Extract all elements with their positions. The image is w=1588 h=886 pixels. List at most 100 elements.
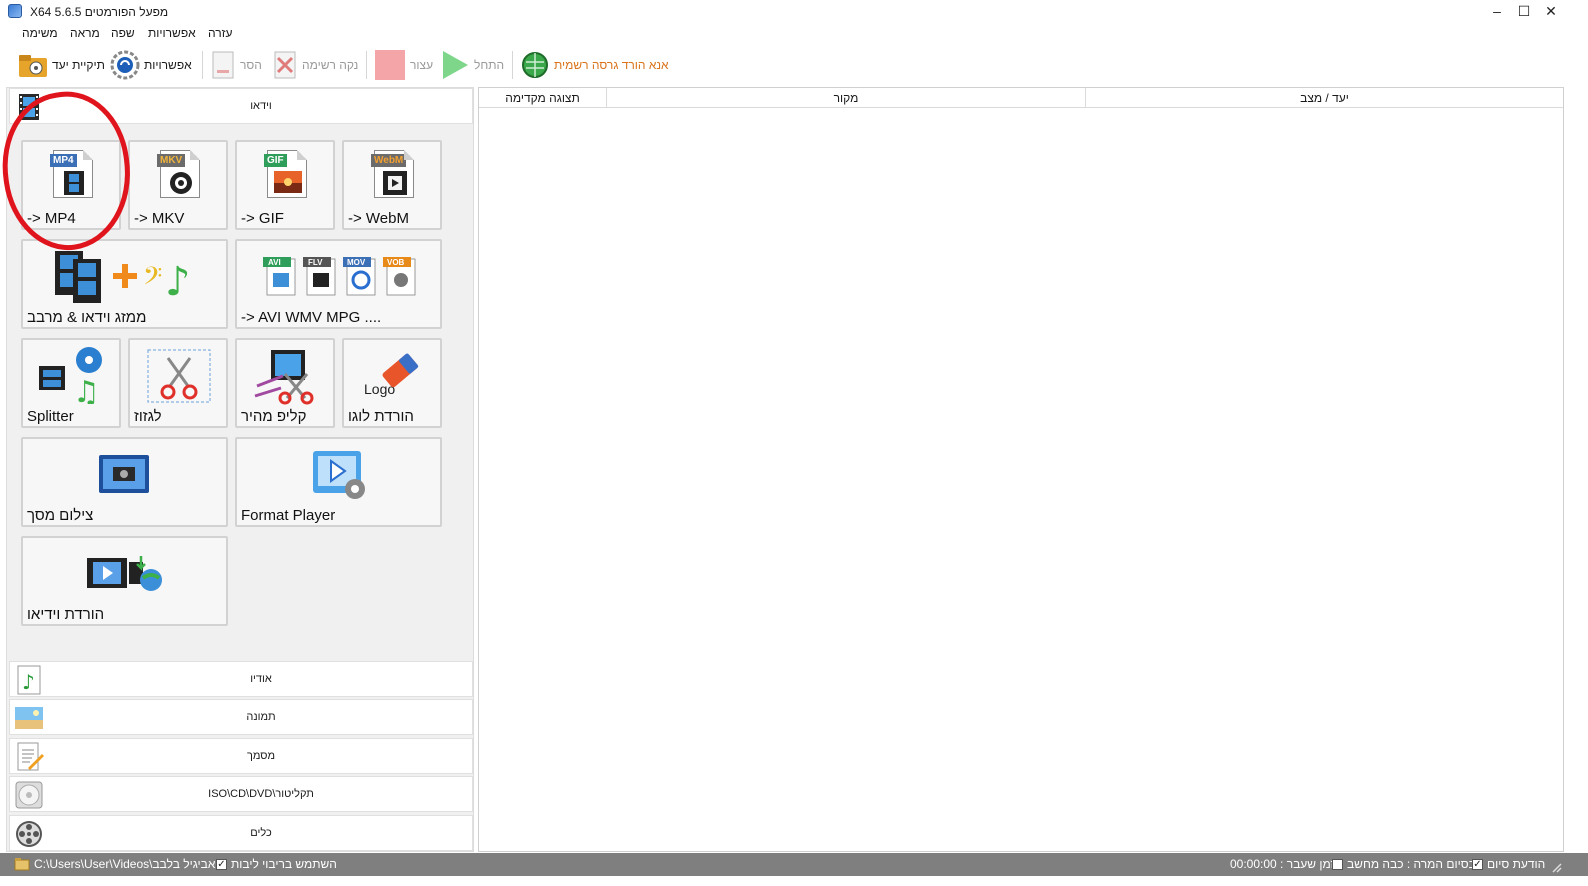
webm-file-icon: WebM <box>371 150 414 198</box>
stop-icon <box>375 50 405 80</box>
svg-text:VOB: VOB <box>387 258 405 267</box>
category-image-label: תמונה <box>246 711 276 723</box>
category-document-label: מסמך <box>246 750 276 762</box>
resize-grip-icon[interactable] <box>1550 861 1562 873</box>
svg-text:𝄢: 𝄢 <box>143 262 162 297</box>
stop-label: עצור <box>410 58 434 72</box>
tile-video-download[interactable]: הורדת וידיאו <box>21 536 228 626</box>
shutdown-checkbox[interactable] <box>1332 858 1343 870</box>
dest-folder-label: תיקיית יעד <box>52 58 105 72</box>
tile-to-mp4-label: -> MP4 <box>27 210 76 227</box>
landscape-image-icon <box>15 707 43 729</box>
task-list-panel: תצוגה מקדימה מקור יעד / מצב <box>478 87 1564 852</box>
svg-text:FLV: FLV <box>308 258 323 267</box>
tile-splitter-label: Splitter <box>27 408 74 425</box>
download-official-link[interactable]: אנא הורד גרסה רשמית <box>520 49 669 81</box>
tile-to-mp4[interactable]: MP4 -> MP4 <box>21 140 121 230</box>
completion-notice-option[interactable]: ✓ הודעת סיום <box>1472 857 1545 871</box>
category-audio[interactable]: ♪ אודיו <box>9 661 473 697</box>
output-folder-icon <box>14 858 30 871</box>
shutdown-option[interactable]: בסיום המרה : כבה מחשב <box>1332 857 1476 871</box>
remove-doc-icon <box>212 51 234 79</box>
splitter-icon: ♫ <box>39 347 102 404</box>
multithread-label: השתמש בריבוי ליבות <box>231 857 337 871</box>
column-source[interactable]: מקור <box>607 88 1086 108</box>
audio-note-icon: ♪ <box>17 665 41 695</box>
svg-text:♫: ♫ <box>73 375 100 404</box>
scissors-crop-icon <box>147 349 211 403</box>
play-icon <box>443 51 468 79</box>
menu-view[interactable]: מראה <box>70 26 100 40</box>
gif-badge: GIF <box>264 154 287 167</box>
category-tools-label: כלים <box>250 827 272 839</box>
start-button[interactable]: התחל <box>440 49 504 81</box>
video-download-icon <box>87 556 162 591</box>
tile-to-mkv[interactable]: MKV -> MKV <box>128 140 228 230</box>
clear-list-icon <box>274 51 296 79</box>
tile-remove-logo[interactable]: Logo הורדת לוגו <box>342 338 442 428</box>
maximize-button[interactable]: ☐ <box>1511 2 1537 22</box>
clear-list-label: נקה רשימה <box>302 58 359 72</box>
completion-notice-label: הודעת סיום <box>1487 857 1546 871</box>
menu-help[interactable]: עזרה <box>208 26 233 40</box>
tile-splitter[interactable]: ♫ Splitter <box>21 338 121 428</box>
webm-badge: WebM <box>371 154 407 167</box>
close-button[interactable]: ✕ <box>1538 2 1564 22</box>
menu-language[interactable]: שפה <box>111 26 135 40</box>
tile-quick-clip-label: קליפ מהיר <box>241 408 307 425</box>
category-document[interactable]: מסמך <box>9 738 473 774</box>
category-tools[interactable]: כלים <box>9 815 473 851</box>
remove-label: הסר <box>240 58 262 72</box>
category-video[interactable]: וידאו <box>9 88 473 124</box>
multithread-option[interactable]: ✓ השתמש בריבוי ליבות <box>216 857 337 871</box>
download-official-label: אנא הורד גרסה רשמית <box>554 58 669 72</box>
tile-quick-clip[interactable]: קליפ מהיר <box>235 338 335 428</box>
tile-video-joiner-label: ממזג וידאו & מרבב <box>27 309 147 326</box>
column-dest-status[interactable]: יעד / מצב <box>1086 88 1563 108</box>
tile-crop[interactable]: לגזוז <box>128 338 228 428</box>
category-rom-iso[interactable]: ISO\CD\DVD\תקליטור <box>9 776 473 812</box>
film-reel-icon <box>16 821 42 847</box>
eraser-icon: Logo <box>364 353 419 397</box>
mp4-badge: MP4 <box>50 154 77 167</box>
tile-format-player[interactable]: Format Player <box>235 437 442 527</box>
tile-screen-record[interactable]: צילום מסך <box>21 437 228 527</box>
menu-options[interactable]: אפשרויות <box>148 26 196 40</box>
minimize-button[interactable]: – <box>1484 2 1510 22</box>
app-icon <box>8 4 22 18</box>
mp4-file-icon: MP4 <box>50 150 93 198</box>
toolbar-separator <box>366 51 367 79</box>
tile-to-gif[interactable]: GIF -> GIF <box>235 140 335 230</box>
tile-to-webm[interactable]: WebM -> WebM <box>342 140 442 230</box>
mkv-file-icon: MKV <box>157 150 200 198</box>
output-path-item[interactable]: C:\Users\User\Videos\אביגיל בלבב! <box>14 857 219 871</box>
multithread-checkbox[interactable]: ✓ <box>216 858 227 870</box>
category-rom-iso-label: ISO\CD\DVD\תקליטור <box>208 788 314 800</box>
tile-to-avi-wmv-mpg[interactable]: AVI FLV MOV VOB -> AVI WMV MPG .... <box>235 239 442 329</box>
menu-task[interactable]: משימה <box>22 26 58 40</box>
tile-to-webm-label: -> WebM <box>348 210 409 227</box>
tile-video-download-label: הורדת וידיאו <box>27 606 105 623</box>
status-bar: C:\Users\User\Videos\אביגיל בלבב! ✓ השתמ… <box>0 853 1588 876</box>
options-button[interactable]: אפשרויות <box>110 49 192 81</box>
disc-icon <box>15 781 43 809</box>
svg-text:♪: ♪ <box>165 259 191 303</box>
clear-list-button[interactable]: נקה רשימה <box>272 49 358 81</box>
film-icon <box>64 171 84 195</box>
stop-button[interactable]: עצור <box>374 49 433 81</box>
dest-folder-button[interactable]: תיקיית יעד <box>18 49 105 81</box>
tile-video-joiner[interactable]: 𝄢 ♪ ממזג וידאו & מרבב <box>21 239 228 329</box>
completion-notice-checkbox[interactable]: ✓ <box>1472 858 1483 870</box>
reel-icon <box>170 172 192 194</box>
tile-screen-record-label: צילום מסך <box>27 507 94 524</box>
tile-to-mkv-label: -> MKV <box>134 210 185 227</box>
category-video-label: וידאו <box>250 100 272 112</box>
tile-remove-logo-label: הורדת לוגו <box>348 408 414 425</box>
remove-button[interactable]: הסר <box>210 49 262 81</box>
column-preview[interactable]: תצוגה מקדימה <box>479 88 607 108</box>
output-path-text: C:\Users\User\Videos\אביגיל בלבב! <box>34 857 219 871</box>
toolbar-separator <box>202 51 203 79</box>
svg-text:AVI: AVI <box>268 258 281 267</box>
category-image[interactable]: תמונה <box>9 699 473 735</box>
tile-crop-label: לגזוז <box>134 408 162 425</box>
